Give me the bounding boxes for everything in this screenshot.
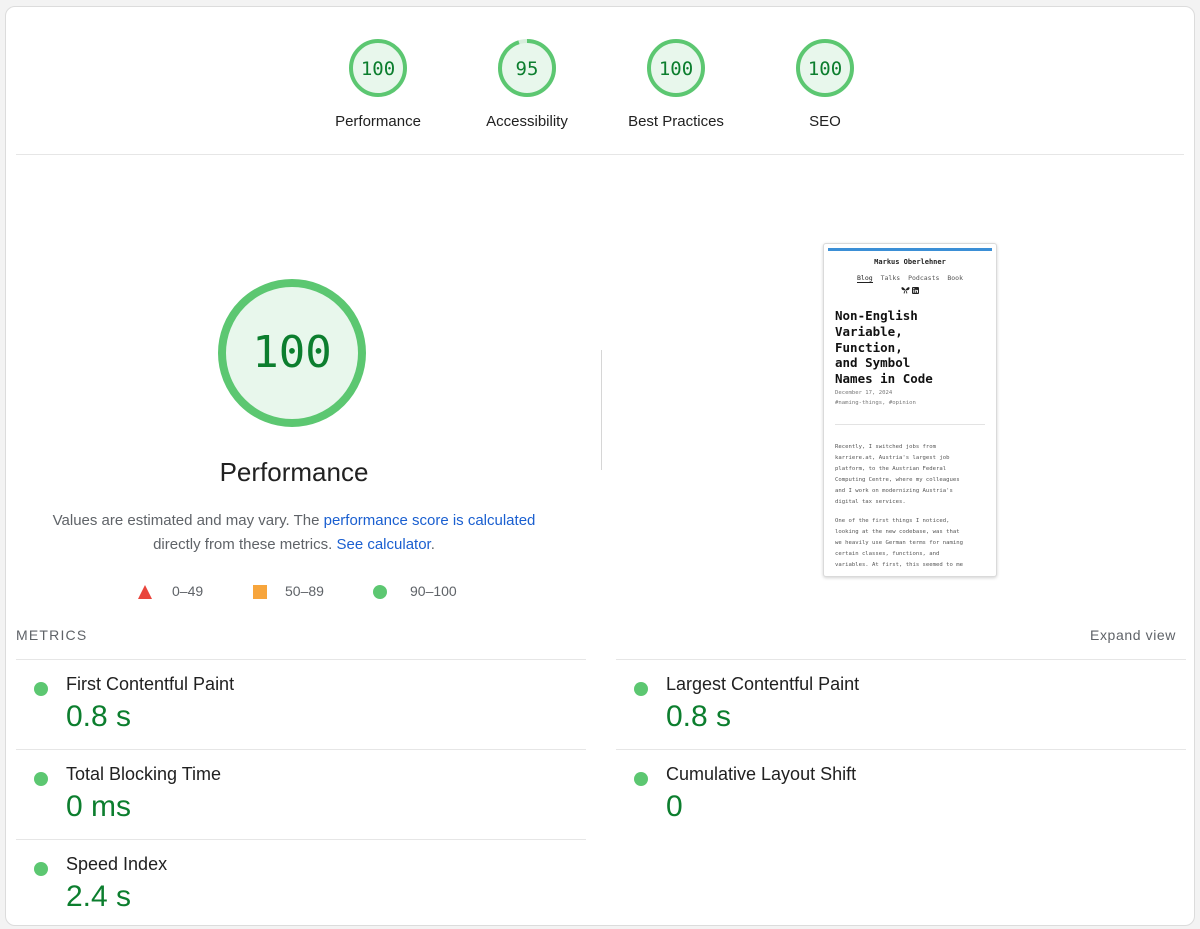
paragraph-line: Computing Centre, where my colleagues	[835, 477, 960, 483]
performance-title: Performance	[219, 457, 369, 487]
screenshot-nav-item: Talks	[880, 274, 901, 282]
see-calculator-link[interactable]: See calculator	[336, 536, 430, 553]
gauge-ring: 100	[796, 39, 854, 97]
gauge-score: 100	[808, 58, 842, 80]
paragraph-line: digital tax services.	[835, 499, 906, 505]
metric-largest-contentful-paint: Largest Contentful Paint 0.8 s	[616, 659, 1186, 749]
metric-value: 0.8 s	[666, 700, 732, 733]
desc-text: directly from these metrics.	[153, 536, 333, 553]
paragraph-line: Recently, I switched jobs from	[835, 444, 937, 450]
metric-cumulative-layout-shift: Cumulative Layout Shift 0	[616, 749, 1186, 839]
screenshot-nav: Blog Talks Podcasts Book	[824, 274, 996, 283]
screenshot-social-icons	[824, 286, 996, 296]
performance-score-link[interactable]: performance score is calculated	[324, 512, 536, 529]
screenshot-top-bar	[828, 248, 992, 251]
paragraph-line: karriere.at, Austria's largest job	[835, 455, 950, 461]
paragraph-line: variables. At first, this seemed to me	[835, 562, 963, 568]
gauge-best-practices[interactable]: 100 Best Practices	[601, 37, 751, 130]
legend-range: 0–49	[172, 583, 204, 599]
butterfly-icon	[901, 287, 910, 294]
desc-text: Values are estimated and may vary. The	[52, 512, 320, 529]
screenshot-post-title: Non-English Variable, Function, and Symb…	[835, 308, 985, 387]
triangle-icon	[138, 585, 152, 599]
paragraph-line: certain classes, functions, and	[835, 551, 940, 557]
pass-dot-icon	[634, 772, 648, 786]
title-line: Variable,	[835, 323, 903, 339]
paragraph-line: platform, to the Austrian Federal	[835, 466, 947, 472]
metric-label: Cumulative Layout Shift	[666, 764, 857, 784]
expand-view-toggle[interactable]: Expand view	[1090, 627, 1176, 643]
metric-first-contentful-paint: First Contentful Paint 0.8 s	[16, 659, 586, 749]
title-line: Non-English	[835, 308, 918, 323]
paragraph-line: looking at the new codebase, was that	[835, 529, 960, 535]
legend-range: 90–100	[410, 583, 457, 599]
pass-dot-icon	[34, 682, 48, 696]
pass-dot-icon	[34, 772, 48, 786]
performance-summary: 100 Performance Values are estimated and…	[6, 167, 601, 607]
paragraph-line: One of the first things I noticed,	[835, 518, 950, 524]
screenshot-nav-item: Blog	[857, 274, 873, 283]
gauge-label: SEO	[809, 113, 841, 130]
screenshot-divider	[835, 424, 985, 425]
metric-total-blocking-time: Total Blocking Time 0 ms	[16, 749, 586, 839]
screenshot-paragraph: One of the first things I noticed, looki…	[835, 516, 985, 571]
paragraph-line: and I work on modernizing Austria's	[835, 488, 953, 494]
gauge-seo[interactable]: 100 SEO	[750, 37, 900, 130]
gauge-label: Best Practices	[628, 113, 724, 130]
screenshot-post-tags: #naming-things, #opinion	[835, 400, 916, 406]
pass-dot-icon	[634, 682, 648, 696]
gauge-ring: 100	[349, 39, 407, 97]
gauge-label: Accessibility	[486, 113, 568, 130]
screenshot-nav-item: Book	[947, 274, 963, 282]
title-line: Function,	[835, 339, 903, 355]
metric-value: 0.8 s	[66, 700, 132, 733]
divider	[16, 154, 1184, 155]
metric-value: 2.4 s	[66, 880, 132, 913]
metric-label: Speed Index	[66, 854, 168, 874]
screenshot-post-date: December 17, 2024	[835, 390, 893, 396]
pass-dot-icon	[34, 862, 48, 876]
desc-text: .	[430, 536, 435, 553]
gauge-accessibility[interactable]: 95 Accessibility	[452, 37, 602, 130]
metric-value: 0 ms	[66, 790, 132, 823]
gauge-score: 100	[659, 58, 693, 80]
gauge-label: Performance	[335, 113, 421, 130]
metric-speed-index: Speed Index 2.4 s	[16, 839, 586, 929]
screenshot-nav-item: Podcasts	[908, 274, 940, 282]
square-icon	[253, 585, 267, 599]
metrics-header: METRICS	[16, 627, 88, 643]
legend-range: 50–89	[285, 583, 324, 599]
paragraph-line: we heavily use German terms for naming	[835, 540, 963, 546]
circle-icon	[373, 585, 387, 599]
performance-description: Values are estimated and may vary. The p…	[36, 509, 552, 557]
title-line: Names in Code	[835, 371, 933, 387]
metric-label: First Contentful Paint	[66, 674, 235, 694]
screenshot-paragraph: Recently, I switched jobs from karriere.…	[835, 442, 985, 508]
page-screenshot[interactable]: Markus Oberlehner Blog Talks Podcasts Bo…	[823, 243, 997, 577]
gauge-performance[interactable]: 100 Performance	[303, 37, 453, 130]
vertical-divider	[601, 350, 602, 470]
performance-gauge: 100	[218, 279, 366, 427]
metric-value: 0	[666, 790, 683, 823]
performance-score: 100	[252, 327, 331, 378]
category-gauges: 100 Performance 95 Accessibility 100 Bes…	[6, 7, 1194, 154]
metric-label: Total Blocking Time	[66, 764, 222, 784]
linkedin-icon	[911, 287, 919, 294]
report-card: 100 Performance 95 Accessibility 100 Bes…	[5, 6, 1195, 926]
gauge-score: 100	[361, 58, 395, 80]
title-line: and Symbol	[835, 355, 911, 371]
screenshot-site-name: Markus Oberlehner	[874, 258, 946, 266]
gauge-ring: 100	[647, 39, 705, 97]
gauge-score: 95	[516, 58, 539, 80]
metric-label: Largest Contentful Paint	[666, 674, 860, 694]
gauge-ring: 95	[498, 39, 556, 97]
